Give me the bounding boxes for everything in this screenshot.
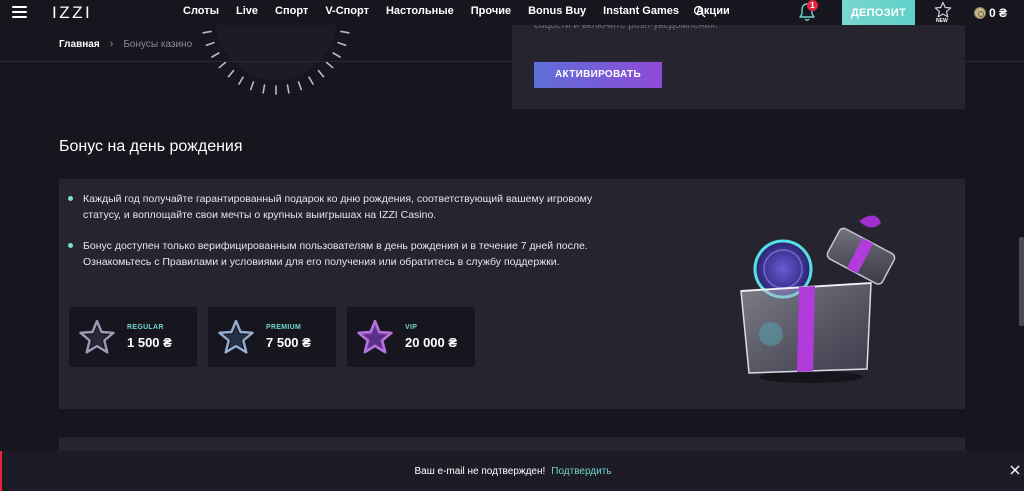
main-nav: Слоты Live Спорт V-Спорт Настольные Проч… [183,5,747,17]
divider [0,61,1024,62]
wheel-tick [249,81,255,91]
new-label: NEW [936,18,948,24]
nav-item-vsport[interactable]: V-Спорт [325,5,369,17]
star-icon [218,319,254,354]
tier-card-regular: REGULAR 1 500 ₴ [69,307,197,367]
search-icon[interactable] [693,5,706,18]
tier-name: REGULAR [127,324,164,331]
tier-list: REGULAR 1 500 ₴ PREMIUM 7 500 ₴ VIP 20 0… [69,307,475,367]
new-star-icon[interactable] [934,1,952,19]
bullet-text: Бонус доступен только верифицированным п… [83,240,588,268]
breadcrumb-current: Бонусы казино [123,38,193,50]
breadcrumb-home[interactable]: Главная [59,39,100,50]
wheel-tick [205,41,215,47]
wheel-tick [211,52,220,58]
bullet-dot [68,243,73,248]
activate-button[interactable]: АКТИВИРОВАТЬ [534,61,662,88]
nav-item-bonus-buy[interactable]: Bonus Buy [528,5,586,17]
tier-name: VIP [405,324,418,331]
coin-icon [974,7,986,19]
tier-value: 1 500 ₴ [127,335,172,350]
email-verification-notice: Ваш e-mail не подтвержден! Подтвердить [0,451,1024,491]
tier-name: PREMIUM [266,324,302,331]
wheel-tick [325,61,334,69]
tier-card-vip: VIP 20 000 ₴ [347,307,475,367]
section-title: Бонус на день рождения [59,138,243,155]
scrollbar[interactable] [1019,237,1024,326]
notice-message: Ваш e-mail не подтвержден! [414,465,546,477]
nav-item-instant-games[interactable]: Instant Games [603,5,679,17]
notification-badge: 1 [807,0,818,11]
nav-item-other[interactable]: Прочие [471,5,511,17]
wheel-tick [238,76,244,85]
birthday-bonus-card: Каждый год получайте гарантированный под… [59,179,965,409]
bullet-text: Каждый год получайте гарантированный под… [83,193,593,221]
list-item: Бонус доступен только верифицированным п… [68,238,628,270]
nav-item-live[interactable]: Live [236,5,258,17]
bullet-dot [68,196,73,201]
wheel-tick [340,30,350,34]
deposit-button[interactable]: ДЕПОЗИТ [842,0,915,25]
nav-item-sport[interactable]: Спорт [275,5,308,17]
tier-value: 20 000 ₴ [405,335,458,350]
balance[interactable]: 0 ₴ [989,6,1007,20]
wheel-tick [332,52,341,58]
wheel-tick [317,69,325,78]
menu-icon[interactable] [12,6,27,18]
confirm-email-link[interactable]: Подтвердить [551,466,611,477]
tier-card-premium: PREMIUM 7 500 ₴ [208,307,336,367]
wheel-tick [227,69,235,78]
breadcrumb-separator: › [109,38,114,50]
top-header: IZZI Слоты Live Спорт V-Спорт Настольные… [0,0,1024,25]
tier-value: 7 500 ₴ [266,335,311,350]
star-icon [357,319,393,354]
breadcrumb: Главная › Бонусы казино [59,38,192,50]
wheel-tick [286,84,290,94]
wheel-tick [308,76,314,85]
close-icon[interactable] [1009,464,1021,476]
list-item: Каждый год получайте гарантированный под… [68,191,628,223]
gift-box-illustration [740,215,896,383]
wheel-tick [337,41,347,47]
wheel-tick [218,61,227,69]
nav-item-slots[interactable]: Слоты [183,5,219,17]
logo[interactable]: IZZI [52,3,92,23]
wheel-tick [297,81,303,91]
star-icon [79,319,115,354]
nav-item-table[interactable]: Настольные [386,5,454,17]
wheel-tick [262,84,266,94]
wheel-tick [202,30,212,34]
